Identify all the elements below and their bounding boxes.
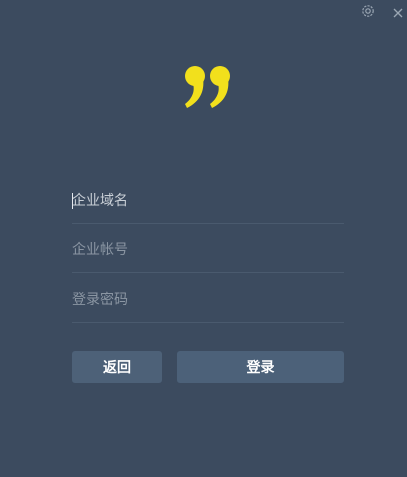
text-caret <box>72 193 73 209</box>
gear-icon <box>360 3 376 23</box>
login-window: 返回 登录 <box>0 0 407 477</box>
quote-mark-logo <box>183 64 235 110</box>
close-icon <box>392 4 404 23</box>
account-input[interactable] <box>72 233 344 267</box>
domain-field[interactable] <box>72 184 344 224</box>
password-field[interactable] <box>72 283 344 323</box>
account-field[interactable] <box>72 233 344 273</box>
back-button[interactable]: 返回 <box>72 351 162 383</box>
settings-button[interactable] <box>358 3 378 23</box>
close-button[interactable] <box>388 3 407 23</box>
login-button[interactable]: 登录 <box>177 351 344 383</box>
password-input[interactable] <box>72 283 344 317</box>
domain-input[interactable] <box>72 184 344 218</box>
